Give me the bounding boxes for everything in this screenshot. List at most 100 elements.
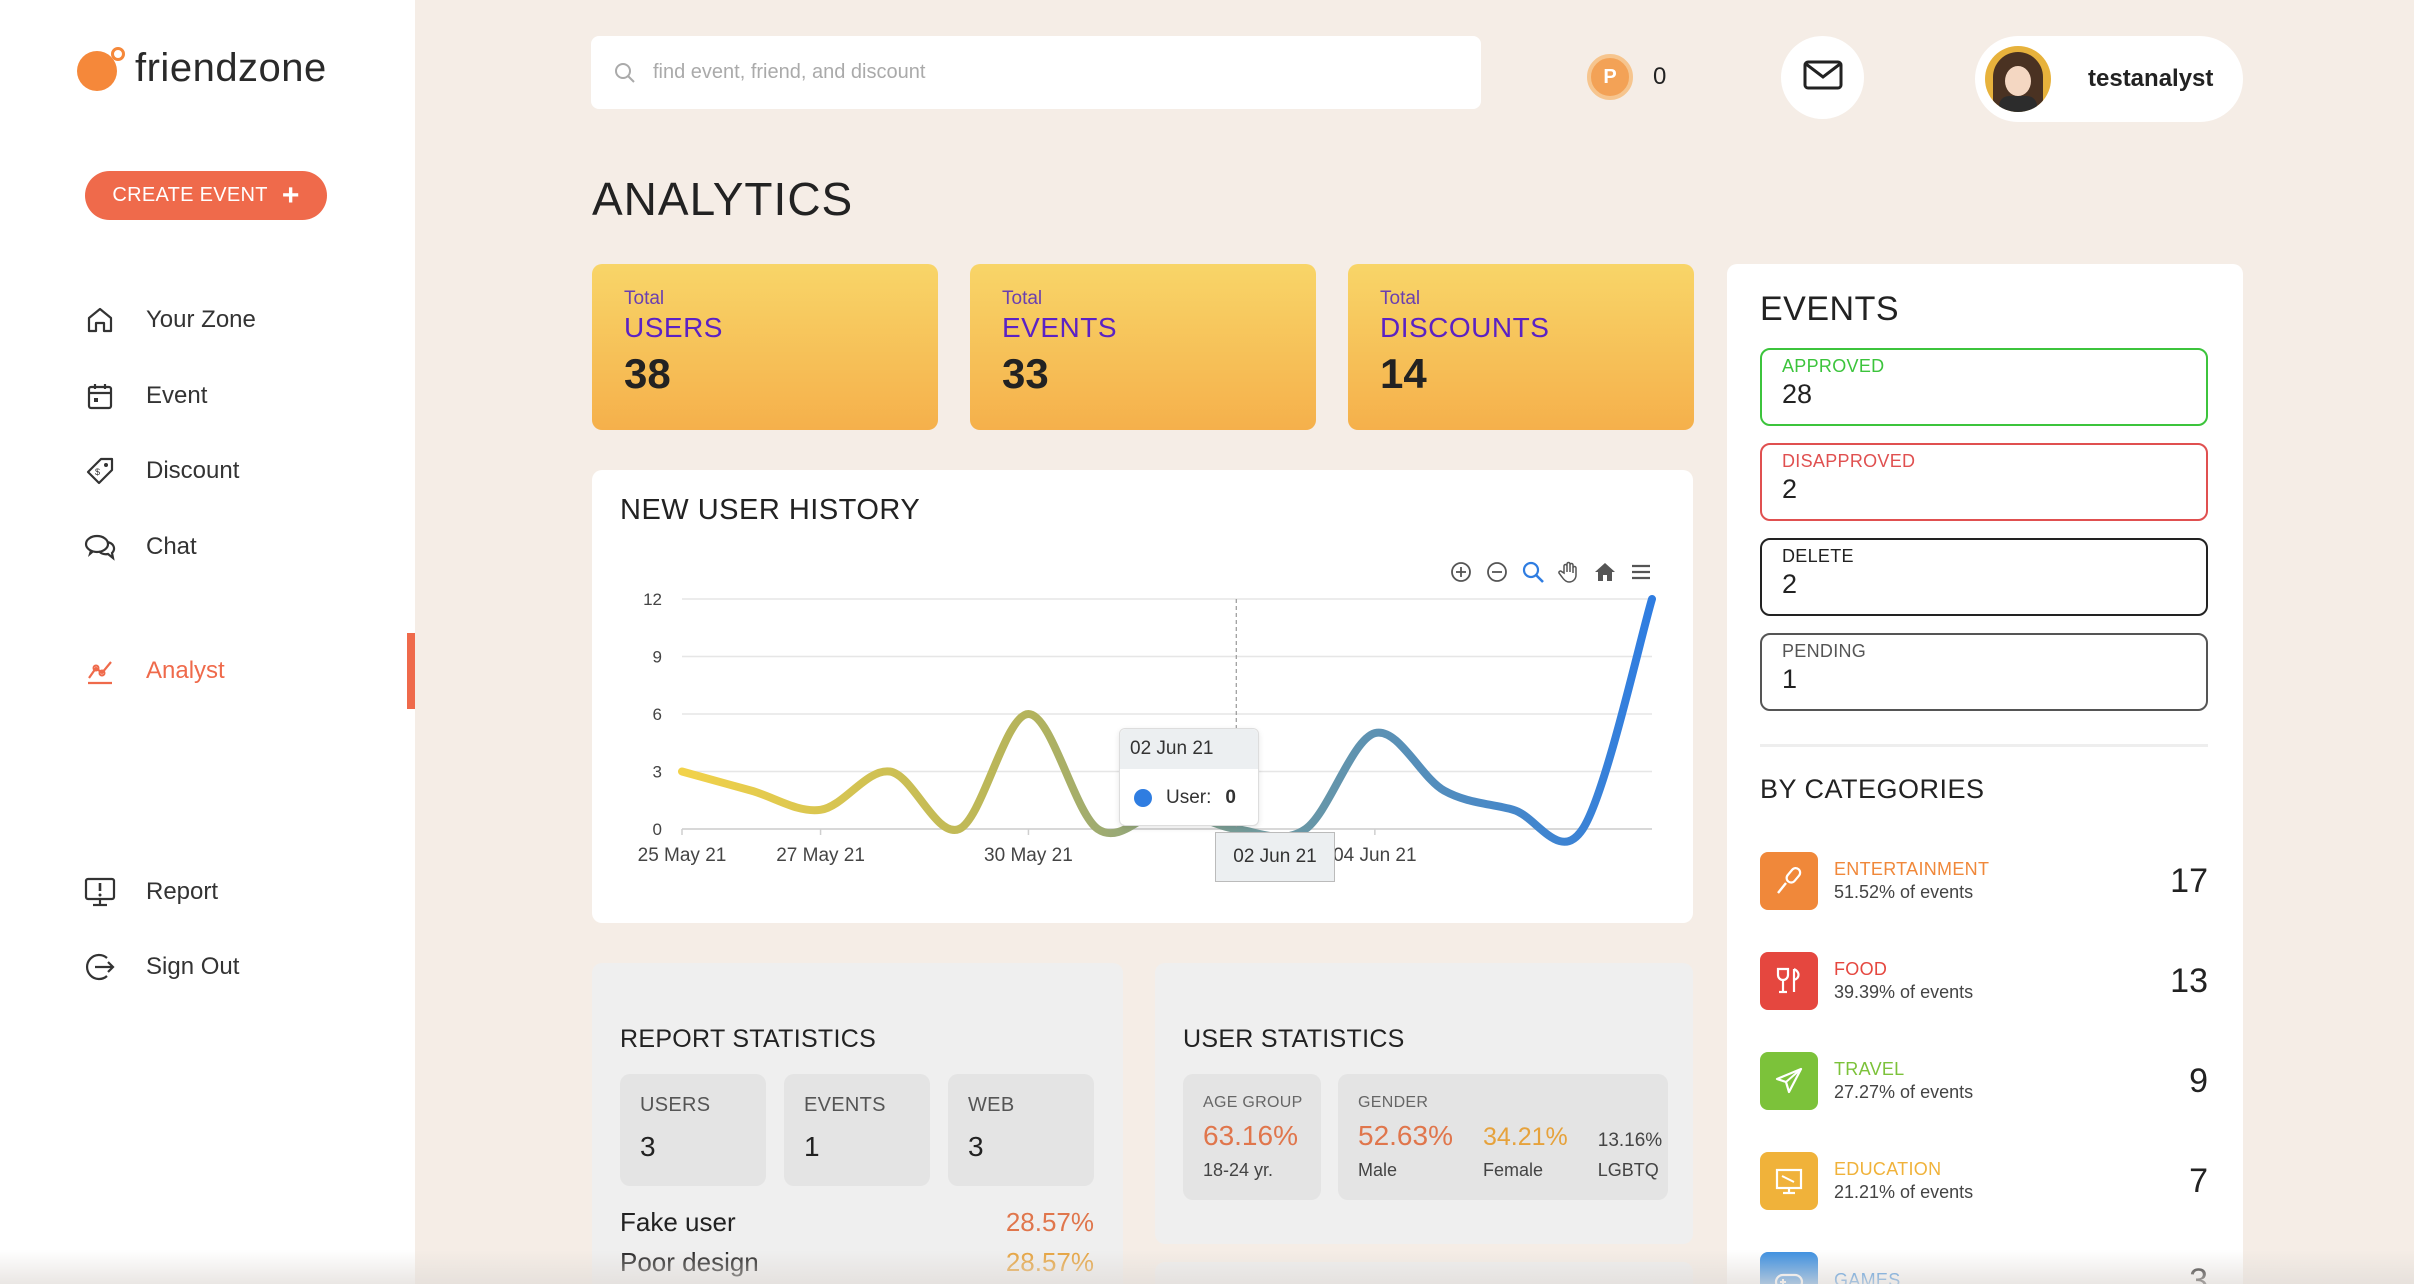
sidebar-item-sign-out[interactable]: Sign Out: [82, 947, 239, 987]
chart-menu-icon[interactable]: [1627, 558, 1655, 586]
pan-hand-icon[interactable]: [1555, 558, 1583, 586]
category-percent: 21.21% of events: [1834, 1182, 1974, 1202]
y-tick-label: 3: [653, 763, 662, 782]
mail-icon: [1803, 60, 1843, 95]
search-input[interactable]: [653, 61, 1433, 84]
stat-label: EVENTS: [1002, 312, 1118, 343]
category-row-travel[interactable]: TRAVEL 27.27% of events 9: [1760, 1050, 2208, 1112]
svg-text:$: $: [95, 467, 100, 477]
new-user-history-chart[interactable]: 0 3 6 9 12 25 May 21 27 May 21 30 May 21 04 Jun …: [592, 470, 1693, 923]
events-panel: EVENTS APPROVED 28 DISAPPROVED 2 DELETE …: [1727, 264, 2243, 1284]
category-name: TRAVEL: [1834, 1059, 1905, 1079]
x-tick-label: 30 May 21: [984, 845, 1073, 866]
status-label: DISAPPROVED: [1782, 451, 1916, 471]
status-value: 28: [1782, 379, 1813, 409]
gender-lgbtq: 13.16% LGBTQ: [1598, 1130, 1662, 1181]
next-panel-edge: [1155, 1262, 1693, 1284]
category-row-entertainment[interactable]: ENTERTAINMENT 51.52% of events 17: [1760, 850, 2208, 912]
stat-caption: Total: [1002, 288, 1043, 309]
status-approved[interactable]: APPROVED 28: [1760, 348, 2208, 426]
zoom-in-icon[interactable]: [1447, 558, 1475, 586]
category-row-food[interactable]: FOOD 39.39% of events 13: [1760, 950, 2208, 1012]
report-box-value: 3: [968, 1131, 984, 1162]
sidebar-item-your-zone[interactable]: Your Zone: [82, 300, 256, 340]
tag-icon: $: [82, 453, 118, 489]
report-statistics-title: REPORT STATISTICS: [620, 1025, 877, 1053]
status-label: APPROVED: [1782, 356, 1885, 376]
report-line-label: Poor design: [620, 1247, 759, 1277]
x-tick-label: 27 May 21: [776, 845, 865, 866]
gender-box: GENDER 52.63% Male 34.21% Female 13.16% …: [1338, 1074, 1668, 1200]
category-count: 7: [2189, 1161, 2208, 1200]
report-statistics-panel: REPORT STATISTICS USERS 3 EVENTS 1 WEB 3…: [592, 963, 1123, 1284]
report-box-label: EVENTS: [804, 1094, 886, 1116]
gender-caption: GENDER: [1358, 1094, 1429, 1111]
sidebar-item-chat[interactable]: Chat: [82, 527, 197, 567]
airplane-icon: [1760, 1052, 1818, 1110]
gender-percent: 34.21%: [1482, 1123, 1568, 1151]
stat-label: DISCOUNTS: [1380, 312, 1550, 343]
category-name: ENTERTAINMENT: [1834, 859, 1990, 879]
sidebar-item-analyst[interactable]: Analyst: [82, 651, 225, 691]
age-group-percent: 63.16%: [1203, 1120, 1298, 1151]
crosshair-x-label: 02 Jun 21: [1215, 832, 1335, 882]
report-box-events: EVENTS 1: [784, 1074, 930, 1186]
brand-logo[interactable]: friendzone: [77, 46, 327, 91]
sidebar-item-label: Your Zone: [146, 306, 256, 333]
tooltip-date: 02 Jun 21: [1120, 729, 1258, 769]
logo-mark-icon: [77, 46, 125, 91]
y-tick-label: 0: [653, 820, 662, 839]
chart-tooltip: 02 Jun 21 User: 0: [1119, 728, 1259, 826]
education-icon: [1760, 1152, 1818, 1210]
report-box-web: WEB 3: [948, 1074, 1094, 1186]
report-icon: [82, 874, 118, 910]
category-percent: 39.39% of events: [1834, 982, 1974, 1002]
chart-title: NEW USER HISTORY: [620, 494, 921, 526]
stat-value: 38: [624, 350, 671, 397]
gender-male: 52.63% Male: [1358, 1120, 1453, 1181]
stat-card-events: Total EVENTS 33: [970, 264, 1316, 430]
status-pending[interactable]: PENDING 1: [1760, 633, 2208, 711]
status-disapproved[interactable]: DISAPPROVED 2: [1760, 443, 2208, 521]
username: testanalyst: [2088, 65, 2214, 92]
stat-label: USERS: [624, 312, 723, 343]
status-delete[interactable]: DELETE 2: [1760, 538, 2208, 616]
sidebar-item-label: Report: [146, 878, 219, 905]
category-count: 9: [2189, 1061, 2208, 1100]
tooltip-series: User:: [1166, 787, 1212, 808]
x-tick-label: 25 May 21: [638, 845, 727, 866]
gender-percent: 13.16%: [1597, 1130, 1663, 1151]
selection-zoom-icon[interactable]: [1519, 558, 1547, 586]
microphone-icon: [1760, 852, 1818, 910]
new-user-history-panel: 0 3 6 9 12 25 May 21 27 May 21 30 May 21 04 Jun …: [592, 470, 1693, 923]
report-line-label: Fake user: [620, 1207, 736, 1237]
user-profile-button[interactable]: testanalyst: [1975, 36, 2243, 122]
report-line-value: 28.57%: [1005, 1207, 1094, 1237]
gender-percent: 52.63%: [1358, 1120, 1453, 1151]
gender-label: Female: [1482, 1160, 1543, 1180]
gender-label: LGBTQ: [1597, 1160, 1659, 1180]
create-event-button[interactable]: CREATE EVENT +: [85, 171, 327, 220]
analytics-icon: [82, 653, 118, 689]
sidebar-item-event[interactable]: Event: [82, 376, 207, 416]
report-box-value: 1: [804, 1131, 820, 1162]
messages-button[interactable]: [1781, 36, 1864, 119]
sidebar-item-label: Sign Out: [146, 953, 240, 980]
sidebar: friendzone CREATE EVENT + Your Zone Even…: [0, 0, 415, 1284]
category-row-games[interactable]: GAMES 3: [1760, 1250, 2208, 1284]
zoom-out-icon[interactable]: [1483, 558, 1511, 586]
sidebar-item-discount[interactable]: $ Discount: [82, 451, 239, 491]
category-row-education[interactable]: EDUCATION 21.21% of events 7: [1760, 1150, 2208, 1212]
report-line-value: 28.57%: [1005, 1247, 1094, 1277]
stat-card-users: Total USERS 38: [592, 264, 938, 430]
points-coin-icon[interactable]: P: [1587, 54, 1633, 100]
sidebar-item-report[interactable]: Report: [82, 872, 218, 912]
gender-label: Male: [1358, 1160, 1398, 1180]
divider: [1760, 744, 2208, 747]
reset-home-icon[interactable]: [1591, 558, 1619, 586]
calendar-icon: [82, 378, 118, 414]
search-bar[interactable]: [591, 36, 1481, 109]
status-label: PENDING: [1782, 641, 1867, 661]
report-line-fake-user: Fake user 28.57%: [620, 1207, 1094, 1238]
y-tick-label: 9: [653, 648, 662, 667]
